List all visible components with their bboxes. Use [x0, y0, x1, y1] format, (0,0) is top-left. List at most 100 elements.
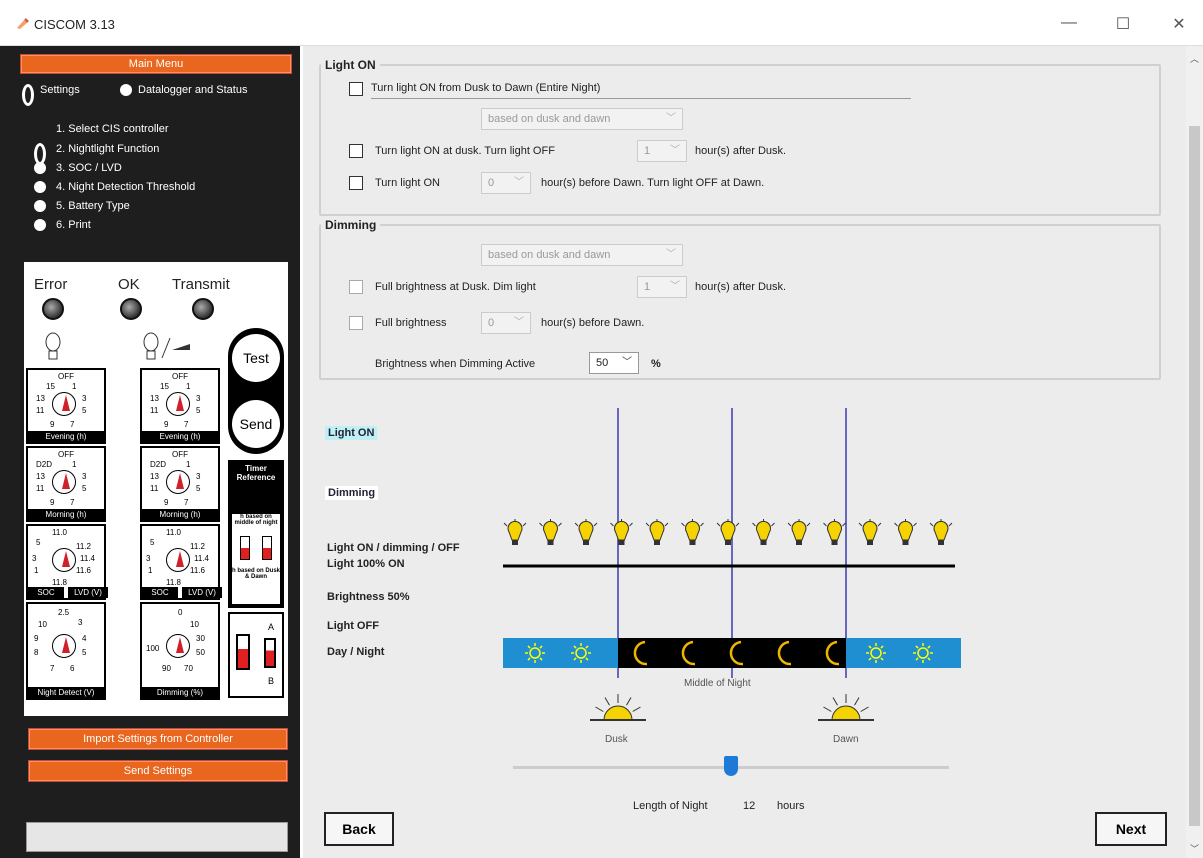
transmit-led — [192, 298, 214, 320]
error-led — [42, 298, 64, 320]
error-led-label: Error — [34, 276, 68, 293]
bulb-icon — [539, 519, 562, 545]
next-button[interactable]: Next — [1095, 812, 1167, 846]
soc-knob-2[interactable]: 11.0 5 11.2 3 11.4 1 11.6 11.8 SOC LVD (V) — [140, 524, 222, 600]
scroll-down-icon[interactable]: ﹀ — [1190, 842, 1199, 855]
main-menu-button[interactable]: Main Menu — [20, 54, 292, 74]
dim-after-dusk-checkbox[interactable] — [349, 280, 363, 294]
dawn-label: Dawn — [833, 734, 859, 745]
row-label-daynight: Day / Night — [327, 646, 385, 658]
light-on-legend: Light ON — [325, 58, 376, 72]
vertical-scrollbar[interactable]: ︿ ﹀ — [1186, 46, 1203, 858]
night-diagram — [503, 408, 961, 721]
minimize-button[interactable]: — — [1054, 14, 1084, 32]
datalogger-radio-label: Datalogger and Status — [138, 84, 248, 96]
timer-reference-label: Timer Reference — [236, 464, 276, 482]
send-button[interactable]: Send — [232, 400, 280, 448]
test-button[interactable]: Test — [232, 334, 280, 382]
step-5-radio[interactable] — [34, 200, 46, 212]
on-before-dawn-checkbox[interactable] — [349, 176, 363, 190]
bulb-icon — [645, 519, 669, 545]
bulb-icon — [610, 519, 633, 545]
title-bar: CISCOM 3.13 — ☐ ✕ — [0, 0, 1203, 46]
bulb-icon — [503, 519, 527, 545]
step-3-radio[interactable] — [34, 162, 46, 174]
brightness-select[interactable]: 50 ﹀ — [589, 352, 639, 374]
on-at-dusk-label: Turn light ON at dusk. Turn light OFF — [375, 145, 555, 157]
step-4[interactable]: 4. Night Detection Threshold — [56, 181, 195, 193]
dimming-knob[interactable]: 0 10 30 50 100 90 70 Dimming (%) — [140, 602, 220, 700]
on-before-dawn-label: Turn light ON — [375, 177, 441, 189]
dimming-basis-select[interactable]: based on dusk and dawn ﹀ — [481, 244, 683, 266]
battery-switch-1[interactable] — [236, 634, 250, 670]
lvd-knob-1-label: LVD (V) — [68, 587, 108, 598]
dusk-label: Dusk — [605, 734, 628, 745]
evening-knob-2[interactable]: OFF 15 1 13 3 11 5 9 7 Evening (h) — [140, 368, 220, 444]
soc-knob-2-label: SOC — [142, 587, 178, 598]
import-settings-button[interactable]: Import Settings from Controller — [28, 728, 288, 750]
dusk-icon — [590, 694, 646, 721]
scroll-up-icon[interactable]: ︿ — [1190, 52, 1199, 65]
controller-panel: Error OK Transmit Test Send OFF 15 1 13 3 11 5… — [24, 262, 288, 716]
step-5[interactable]: 5. Battery Type — [56, 200, 130, 212]
night-detect-knob[interactable]: 2.5 10 3 9 4 8 5 7 6 Night Detect (V) — [26, 602, 106, 700]
step-6-radio[interactable] — [34, 219, 46, 231]
step-4-radio[interactable] — [34, 181, 46, 193]
close-button[interactable]: ✕ — [1164, 14, 1194, 34]
maximize-button[interactable]: ☐ — [1108, 14, 1138, 34]
bulb-icon — [929, 519, 953, 545]
app-logo-icon — [17, 18, 29, 29]
h-middle-label: h based on middle of night — [234, 514, 278, 526]
timer-switch-2[interactable] — [262, 536, 272, 560]
switch-b-label: B — [268, 676, 275, 686]
light-on-tag: Light ON — [325, 426, 378, 440]
scroll-thumb[interactable] — [1189, 126, 1200, 826]
dimming-group: Dimming — [319, 218, 1161, 380]
dim-hours-after-dusk-select[interactable]: 1 ﹀ — [637, 276, 687, 298]
light-on-basis-select[interactable]: based on dusk and dawn ﹀ — [481, 108, 683, 130]
bulb-icon — [574, 519, 598, 545]
step-6[interactable]: 6. Print — [56, 219, 91, 231]
datalogger-radio[interactable] — [120, 84, 132, 96]
morning-knob-1[interactable]: OFF D2D 1 13 3 11 5 9 7 Morning (h) — [26, 446, 106, 522]
length-value: 12 — [743, 800, 756, 812]
row-label-off: Light OFF — [327, 620, 379, 632]
hours-after-dusk-select[interactable]: 1 ﹀ — [637, 140, 687, 162]
evening-knob-1[interactable]: OFF 15 1 13 3 11 5 9 7 Evening (h) — [26, 368, 106, 444]
hours-before-dawn-select[interactable]: 0 ﹀ — [481, 172, 531, 194]
back-button[interactable]: Back — [324, 812, 394, 846]
row-label-100: Light 100% ON — [327, 558, 405, 570]
night-detect-label: Night Detect (V) — [28, 687, 104, 698]
lvd-knob-2-label: LVD (V) — [182, 587, 222, 598]
full-before-dawn-checkbox[interactable] — [349, 316, 363, 330]
ok-led — [120, 298, 142, 320]
full-before-dawn-label: Full brightness — [375, 317, 447, 329]
step-3[interactable]: 3. SOC / LVD — [56, 162, 122, 174]
brightness-label: Brightness when Dimming Active — [375, 358, 536, 370]
day-segment-morning — [846, 638, 961, 668]
bulb-icon — [858, 519, 882, 545]
bulb-icon — [894, 519, 917, 545]
timer-reference-box: Timer Reference h based on middle of nig… — [228, 460, 284, 608]
length-unit: hours — [777, 800, 805, 812]
hours-before-dawn-label: hour(s) before Dawn. Turn light OFF at D… — [541, 177, 765, 189]
timer-switch-1[interactable] — [240, 536, 250, 560]
dimming-tag: Dimming — [325, 486, 379, 500]
h-dusk-label: h based on Dusk & Dawn — [232, 568, 281, 580]
on-at-dusk-checkbox[interactable] — [349, 144, 363, 158]
soc-knob-1[interactable]: 11.0 5 11.2 3 11.4 1 11.6 11.8 SOC LVD (V) — [26, 524, 108, 600]
full-hours-before-dawn-select[interactable]: 0 ﹀ — [481, 312, 531, 334]
morning-knob-2[interactable]: OFF D2D 1 13 3 11 5 9 7 Morning (h) — [140, 446, 220, 522]
bulb-icon — [823, 519, 846, 545]
send-settings-button[interactable]: Send Settings — [28, 760, 288, 782]
settings-radio[interactable] — [22, 84, 34, 106]
step-1[interactable]: 1. Select CIS controller — [56, 123, 169, 135]
step-2[interactable]: 2. Nightlight Function — [56, 143, 159, 155]
length-label: Length of Night — [633, 800, 708, 812]
dusk-to-dawn-label: Turn light ON from Dusk to Dawn (Entire … — [371, 82, 601, 94]
dim-after-dusk-label: Full brightness at Dusk. Dim light — [375, 281, 536, 293]
dusk-to-dawn-checkbox[interactable] — [349, 82, 363, 96]
settings-radio-label: Settings — [40, 84, 80, 96]
slider-thumb[interactable] — [724, 756, 738, 776]
battery-switch-2[interactable] — [264, 638, 276, 668]
